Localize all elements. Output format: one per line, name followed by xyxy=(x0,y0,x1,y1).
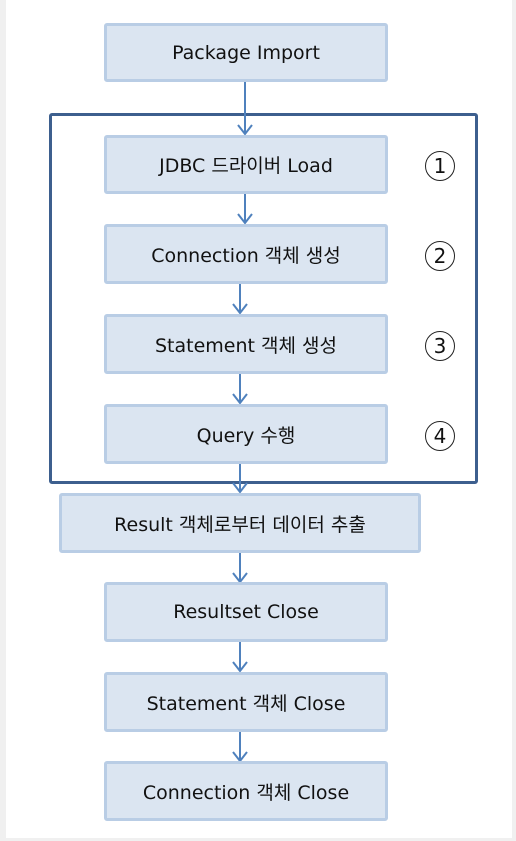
arrow-2 xyxy=(237,193,253,225)
arrow-3 xyxy=(232,283,248,315)
step-statement-close: Statement 객체 Close xyxy=(104,672,388,732)
step-resultset-close: Resultset Close xyxy=(104,582,388,642)
step-connection-close: Connection 객체 Close xyxy=(104,761,388,821)
marker-1: 1 xyxy=(425,151,455,181)
step-package-import: Package Import xyxy=(104,23,388,82)
step-query-execute: Query 수행 xyxy=(104,404,388,464)
marker-4: 4 xyxy=(425,421,455,451)
step-jdbc-driver-load: JDBC 드라이버 Load xyxy=(104,135,388,194)
arrow-8 xyxy=(232,731,248,763)
arrow-7 xyxy=(232,641,248,673)
marker-3: 3 xyxy=(425,331,455,361)
arrow-6 xyxy=(232,552,248,584)
arrow-4 xyxy=(232,373,248,405)
step-statement-create: Statement 객체 생성 xyxy=(104,314,388,374)
arrow-5 xyxy=(232,463,248,494)
arrow-1 xyxy=(237,81,253,136)
step-result-extract: Result 객체로부터 데이터 추출 xyxy=(59,493,421,553)
marker-2: 2 xyxy=(425,241,455,271)
step-connection-create: Connection 객체 생성 xyxy=(104,224,388,284)
